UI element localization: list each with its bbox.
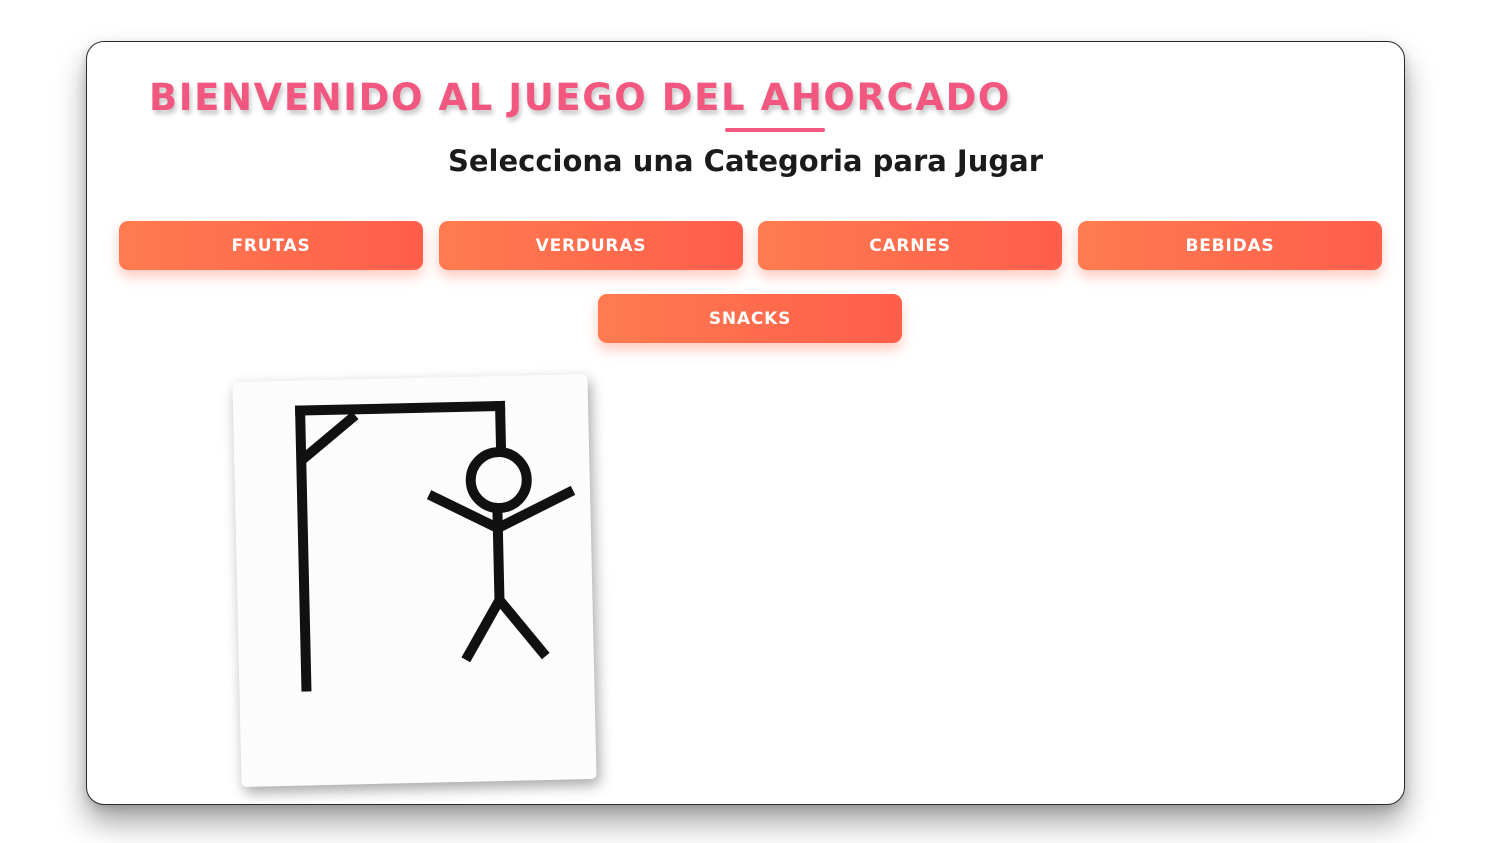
title-underline <box>725 128 825 132</box>
page-title: BIENVENIDO AL JUEGO DEL AHORCADO <box>149 76 1011 119</box>
category-button-carnes[interactable]: CARNES <box>758 221 1062 270</box>
gallows-post <box>295 405 312 692</box>
figure-left-leg <box>461 597 504 663</box>
game-window: BIENVENIDO AL JUEGO DEL AHORCADO Selecci… <box>86 41 1405 805</box>
page-subtitle: Selecciona una Categoria para Jugar <box>447 144 1043 178</box>
hangman-icon <box>295 400 576 692</box>
hangman-image-card <box>232 374 597 787</box>
category-button-snacks[interactable]: SNACKS <box>598 294 902 343</box>
gallows-rope <box>494 400 507 452</box>
category-button-bebidas[interactable]: BEBIDAS <box>1078 221 1382 270</box>
figure-head <box>465 447 532 514</box>
figure-right-leg <box>495 596 550 660</box>
gallows-brace <box>298 411 359 465</box>
category-button-frutas[interactable]: FRUTAS <box>119 221 423 270</box>
category-button-verduras[interactable]: VERDURAS <box>439 221 743 270</box>
figure-left-arm <box>426 490 501 533</box>
gallows-beam <box>295 400 506 416</box>
